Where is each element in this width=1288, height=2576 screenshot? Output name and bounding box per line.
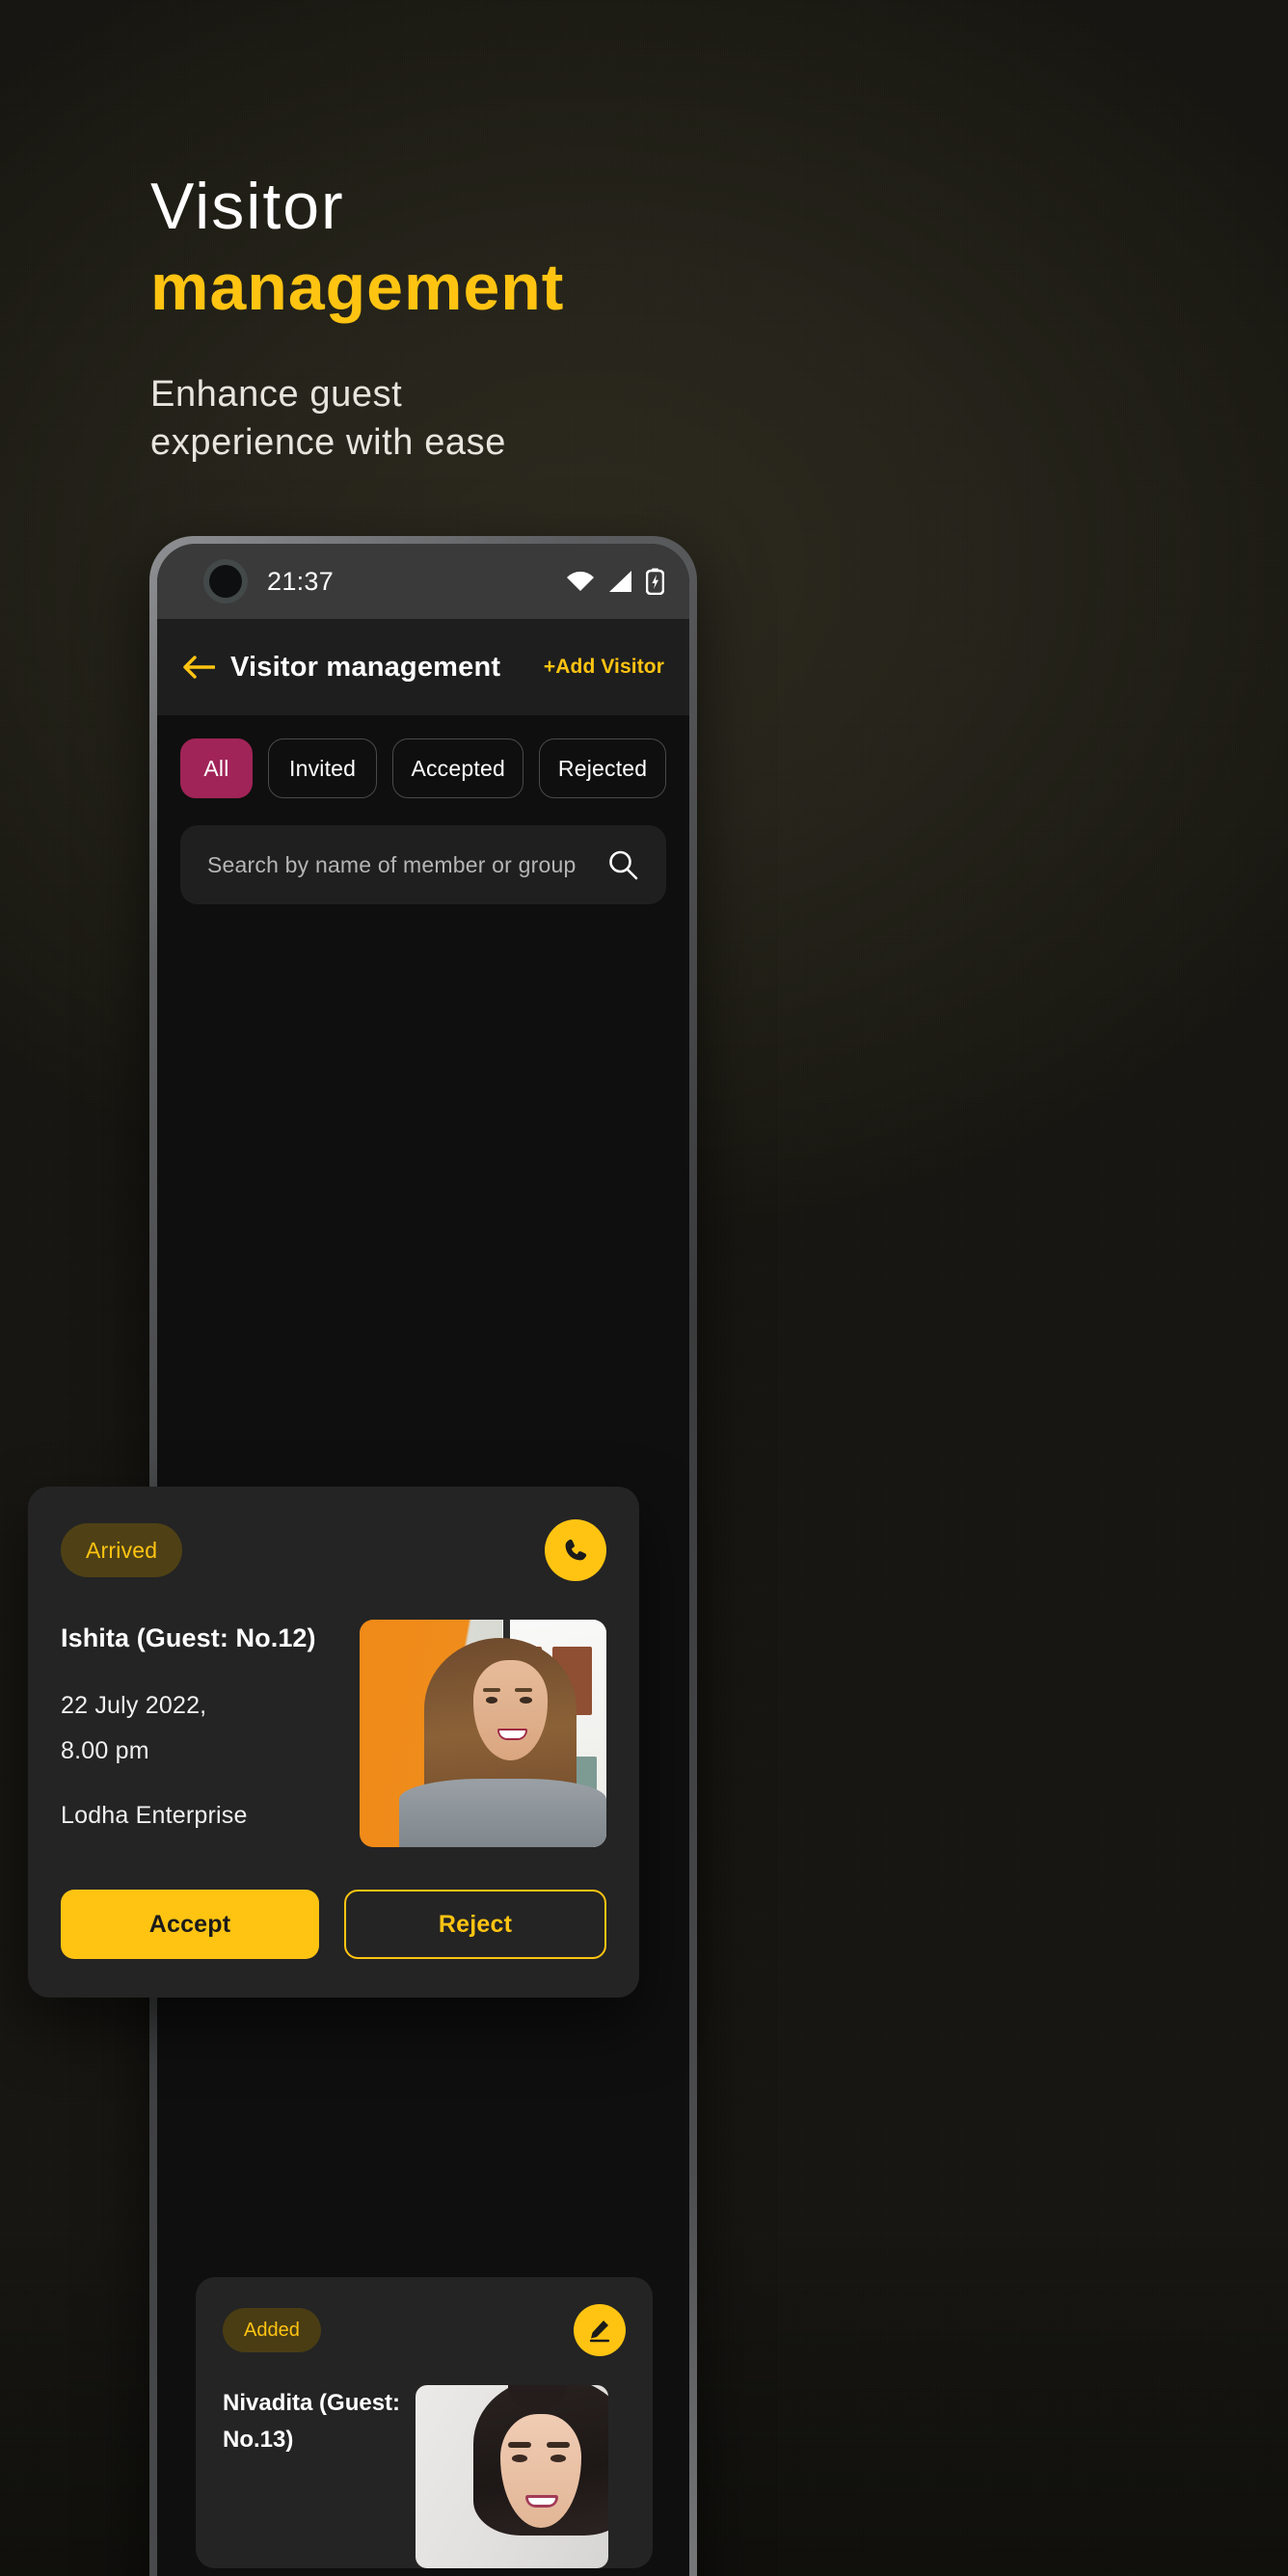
visit-time: 8.00 pm (61, 1737, 149, 1764)
card2-info: Nivadita (Guest: No.13) (223, 2385, 400, 2568)
visitor-photo (416, 2385, 609, 2568)
app-bar: Visitor management +Add Visitor (157, 619, 689, 715)
visitor-name-line1: Nivadita (Guest: (223, 2390, 401, 2416)
visitor-organization: Lodha Enterprise (61, 1802, 248, 1829)
visit-date: 22 July 2022, (61, 1692, 207, 1719)
card1-header: Arrived (61, 1519, 606, 1581)
status-badge: Added (223, 2308, 321, 2352)
visitor-card-ishita[interactable]: Arrived Ishita (Guest: No.12) 22 July 20… (28, 1487, 639, 1998)
card1-body: Ishita (Guest: No.12) 22 July 2022, 8.00… (61, 1620, 606, 1847)
hero-subtitle-line1: Enhance guest (150, 373, 403, 415)
visitor-name-line2: No.13) (223, 2427, 294, 2454)
search-input[interactable]: Search by name of member or group (180, 825, 666, 904)
phone-call-icon (565, 1539, 587, 1561)
status-icon-group (566, 568, 664, 595)
hero-copy: Visitor management Enhance guest experie… (150, 170, 565, 467)
promo-screenshot: Visitor management Enhance guest experie… (0, 0, 1288, 2576)
status-badge: Arrived (61, 1523, 183, 1577)
arrow-left-icon[interactable] (182, 655, 215, 680)
hero-title-line2: management (150, 251, 565, 325)
edit-visitor-button[interactable] (574, 2304, 626, 2356)
visitor-photo (360, 1620, 606, 1847)
reject-button[interactable]: Reject (344, 1890, 606, 1959)
filter-chip-invited[interactable]: Invited (267, 738, 378, 798)
front-camera-punch-hole (209, 565, 242, 598)
hero-subtitle-line2: experience with ease (150, 421, 506, 463)
call-visitor-button[interactable] (545, 1519, 606, 1581)
hero-subtitle: Enhance guest experience with ease (150, 370, 564, 467)
filter-chip-row: All Invited Accepted Rejected (157, 715, 689, 798)
edit-pencil-icon (589, 2321, 610, 2343)
card2-header: Added (223, 2304, 626, 2356)
visitor-name: Ishita (Guest: No.12) (61, 1623, 316, 1652)
page-title: Visitor management (230, 651, 501, 683)
status-bar: 21:37 (157, 544, 689, 619)
card2-body: Nivadita (Guest: No.13) (223, 2385, 626, 2568)
search-icon[interactable] (606, 848, 639, 881)
card1-actions: Accept Reject (61, 1890, 606, 1959)
filter-chip-rejected[interactable]: Rejected (539, 738, 667, 798)
add-visitor-button[interactable]: +Add Visitor (544, 656, 664, 679)
hero-title-line1: Visitor (150, 170, 345, 243)
card1-info: Ishita (Guest: No.12) 22 July 2022, 8.00… (61, 1620, 340, 1847)
filter-chip-all[interactable]: All (180, 738, 253, 798)
battery-charging-icon (646, 568, 664, 595)
search-section: Search by name of member or group (157, 798, 689, 904)
wifi-icon (567, 571, 594, 591)
status-clock: 21:37 (267, 566, 335, 596)
accept-button[interactable]: Accept (61, 1890, 319, 1959)
search-placeholder: Search by name of member or group (207, 851, 577, 877)
cellular-signal-icon (609, 571, 631, 592)
visitor-card-nivadita[interactable]: Added Nivadita (Guest: No.13) (196, 2277, 653, 2568)
filter-chip-accepted[interactable]: Accepted (392, 738, 524, 798)
